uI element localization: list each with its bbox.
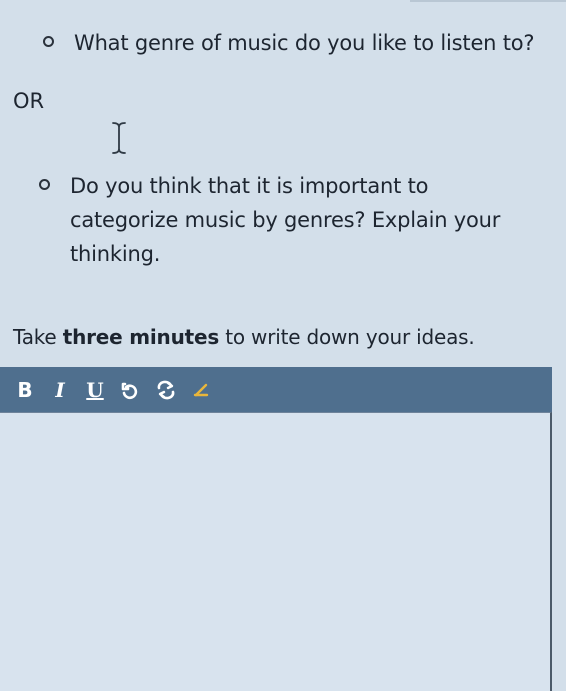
redo-button[interactable] (154, 376, 178, 404)
bold-button[interactable]: B (14, 376, 36, 404)
instruction-emphasis: three minutes (62, 325, 220, 349)
instruction-text: Take three minutes to write down your id… (13, 322, 475, 352)
italic-button[interactable]: I (49, 376, 71, 404)
text-cursor-icon (111, 121, 127, 159)
instruction-suffix: to write down your ideas. (219, 325, 475, 349)
bullet-icon (39, 179, 50, 190)
redo-icon (157, 380, 175, 399)
top-divider (410, 0, 566, 2)
clear-format-button[interactable] (191, 376, 213, 404)
or-separator: OR (13, 89, 45, 113)
undo-icon (121, 382, 138, 399)
editor-toolbar: B I U (0, 367, 552, 412)
question-text: Do you think that it is important to cat… (70, 174, 501, 266)
underline-button[interactable]: U (84, 376, 106, 404)
assignment-page: What genre of music do you like to liste… (0, 0, 566, 691)
answer-text-area[interactable] (0, 412, 552, 691)
clear-format-icon (193, 383, 209, 396)
instruction-prefix: Take (13, 325, 63, 349)
undo-button[interactable] (119, 376, 141, 404)
bullet-icon (43, 36, 54, 47)
question-text: What genre of music do you like to liste… (74, 31, 535, 55)
question-item-genre: What genre of music do you like to liste… (43, 26, 535, 60)
question-item-categorize: Do you think that it is important to cat… (39, 169, 539, 271)
